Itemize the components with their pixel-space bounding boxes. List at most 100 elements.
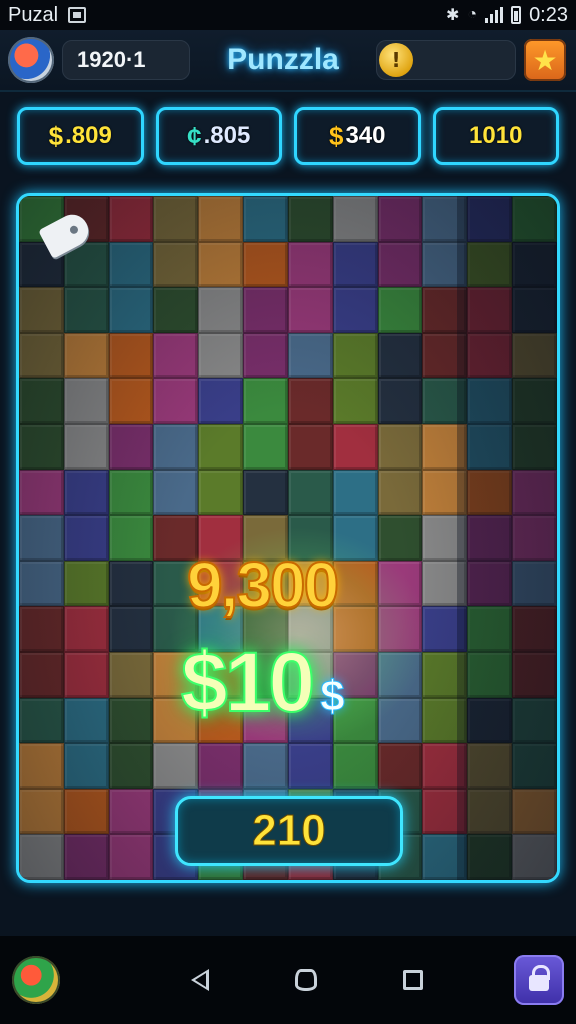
puzzle-piece[interactable]	[63, 743, 109, 789]
puzzle-piece[interactable]	[332, 423, 378, 470]
counter-button[interactable]: 210	[175, 796, 403, 866]
puzzle-piece[interactable]	[287, 241, 333, 288]
puzzle-piece[interactable]	[63, 287, 109, 333]
puzzle-piece[interactable]	[63, 515, 109, 561]
puzzle-piece[interactable]	[198, 287, 244, 333]
puzzle-piece[interactable]	[153, 287, 199, 333]
puzzle-piece[interactable]	[153, 241, 199, 288]
puzzle-board[interactable]: 9,300 $10 $ 210	[16, 193, 560, 883]
puzzle-piece[interactable]	[243, 332, 288, 379]
puzzle-piece[interactable]	[19, 515, 64, 561]
puzzle-piece[interactable]	[19, 560, 64, 607]
puzzle-piece[interactable]	[287, 378, 333, 424]
puzzle-piece[interactable]	[198, 332, 244, 379]
puzzle-piece[interactable]	[377, 332, 423, 379]
puzzle-piece[interactable]	[198, 378, 244, 424]
puzzle-piece[interactable]	[19, 606, 64, 652]
puzzle-piece[interactable]	[19, 834, 64, 880]
puzzle-piece[interactable]	[108, 606, 154, 652]
puzzle-piece[interactable]	[332, 743, 378, 789]
puzzle-piece[interactable]	[108, 560, 154, 607]
puzzle-piece[interactable]	[63, 560, 109, 607]
puzzle-piece[interactable]	[287, 743, 333, 789]
puzzle-piece[interactable]	[63, 651, 109, 698]
puzzle-piece[interactable]	[198, 423, 244, 470]
puzzle-piece[interactable]	[153, 332, 199, 379]
puzzle-piece[interactable]	[19, 332, 64, 379]
puzzle-piece[interactable]	[108, 423, 154, 470]
puzzle-piece[interactable]	[19, 697, 64, 744]
stat-box-4[interactable]: 1010	[432, 107, 559, 165]
puzzle-piece[interactable]	[63, 697, 109, 744]
puzzle-piece[interactable]	[19, 469, 64, 516]
puzzle-piece[interactable]	[287, 332, 333, 379]
puzzle-piece[interactable]	[63, 788, 109, 835]
puzzle-piece[interactable]	[377, 196, 423, 242]
puzzle-piece[interactable]	[108, 834, 154, 880]
puzzle-piece[interactable]	[332, 287, 378, 333]
back-icon[interactable]	[191, 969, 209, 991]
coin-balance[interactable]: !	[376, 40, 516, 80]
puzzle-piece[interactable]	[332, 196, 378, 242]
puzzle-piece[interactable]	[19, 423, 64, 470]
game-ball-icon[interactable]	[12, 956, 60, 1004]
puzzle-piece[interactable]	[332, 378, 378, 424]
puzzle-piece[interactable]	[153, 196, 199, 242]
puzzle-piece[interactable]	[243, 378, 288, 424]
puzzle-piece[interactable]	[19, 651, 64, 698]
puzzle-piece[interactable]	[108, 378, 154, 424]
puzzle-piece[interactable]	[377, 469, 423, 516]
recents-icon[interactable]	[403, 970, 423, 990]
puzzle-piece[interactable]	[63, 469, 109, 516]
puzzle-piece[interactable]	[63, 423, 109, 470]
favorites-button[interactable]: ★	[524, 39, 566, 81]
puzzle-piece[interactable]	[153, 743, 199, 789]
puzzle-piece[interactable]	[377, 241, 423, 288]
puzzle-piece[interactable]	[198, 241, 244, 288]
puzzle-piece[interactable]	[108, 196, 154, 242]
puzzle-piece[interactable]	[332, 241, 378, 288]
puzzle-piece[interactable]	[243, 469, 288, 516]
puzzle-piece[interactable]	[19, 743, 64, 789]
puzzle-piece[interactable]	[63, 606, 109, 652]
puzzle-piece[interactable]	[153, 378, 199, 424]
puzzle-piece[interactable]	[198, 196, 244, 242]
puzzle-piece[interactable]	[243, 423, 288, 470]
stat-box-2[interactable]: ¢ .805	[155, 107, 282, 165]
puzzle-piece[interactable]	[153, 469, 199, 516]
puzzle-piece[interactable]	[287, 423, 333, 470]
puzzle-piece[interactable]	[19, 378, 64, 424]
puzzle-piece[interactable]	[377, 378, 423, 424]
puzzle-piece[interactable]	[108, 332, 154, 379]
puzzle-piece[interactable]	[287, 469, 333, 516]
puzzle-piece[interactable]	[108, 788, 154, 835]
player-avatar[interactable]	[8, 37, 54, 83]
puzzle-piece[interactable]	[287, 287, 333, 333]
puzzle-piece[interactable]	[63, 378, 109, 424]
puzzle-piece[interactable]	[243, 241, 288, 288]
stat-box-3[interactable]: $ 340	[294, 107, 421, 165]
puzzle-piece[interactable]	[198, 469, 244, 516]
puzzle-piece[interactable]	[332, 469, 378, 516]
puzzle-piece[interactable]	[108, 651, 154, 698]
puzzle-piece[interactable]	[19, 287, 64, 333]
puzzle-piece[interactable]	[108, 287, 154, 333]
puzzle-piece[interactable]	[377, 743, 423, 789]
puzzle-piece[interactable]	[108, 515, 154, 561]
puzzle-piece[interactable]	[108, 743, 154, 789]
puzzle-piece[interactable]	[108, 469, 154, 516]
home-icon[interactable]	[295, 969, 317, 991]
puzzle-piece[interactable]	[243, 196, 288, 242]
puzzle-piece[interactable]	[287, 196, 333, 242]
puzzle-piece[interactable]	[377, 287, 423, 333]
lock-button[interactable]	[514, 955, 564, 1005]
puzzle-piece[interactable]	[63, 332, 109, 379]
puzzle-piece[interactable]	[108, 241, 154, 288]
puzzle-piece[interactable]	[19, 788, 64, 835]
puzzle-piece[interactable]	[153, 423, 199, 470]
puzzle-piece[interactable]	[198, 743, 244, 789]
puzzle-piece[interactable]	[108, 697, 154, 744]
puzzle-piece[interactable]	[243, 743, 288, 789]
puzzle-piece[interactable]	[63, 834, 109, 880]
puzzle-piece[interactable]	[377, 423, 423, 470]
